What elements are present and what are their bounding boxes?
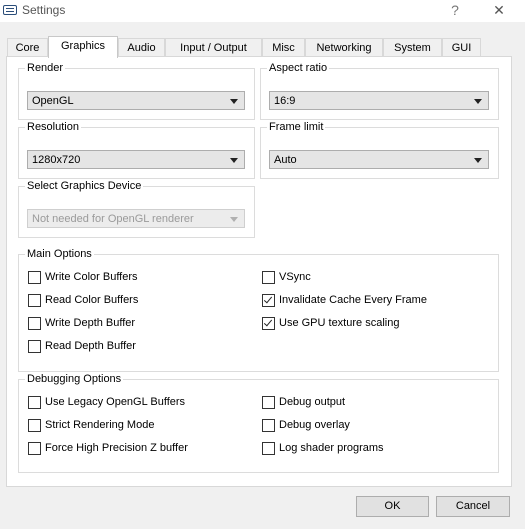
checkbox-label: Write Depth Buffer xyxy=(45,317,136,329)
checkbox-box xyxy=(28,396,41,409)
app-icon xyxy=(3,5,17,15)
tab-gui[interactable]: GUI xyxy=(442,38,481,57)
frame-limit-value: Auto xyxy=(274,154,297,166)
chevron-down-icon xyxy=(474,99,482,104)
graphics-panel: Render OpenGL Aspect ratio 16:9 Resoluti… xyxy=(6,56,512,487)
tab-misc[interactable]: Misc xyxy=(262,38,305,57)
graphics-device-select[interactable]: Not needed for OpenGL renderer xyxy=(27,209,245,228)
chevron-down-icon xyxy=(230,99,238,104)
graphics-device-group: Select Graphics Device Not needed for Op… xyxy=(18,180,255,238)
render-select[interactable]: OpenGL xyxy=(27,91,245,110)
render-value: OpenGL xyxy=(32,95,74,107)
window-title: Settings xyxy=(22,3,66,17)
debugging-options-group: Debugging Options Use Legacy OpenGL Buff… xyxy=(18,373,499,473)
frame-limit-group: Frame limit Auto xyxy=(260,121,499,179)
checkbox-box xyxy=(28,340,41,353)
main-options-group: Main Options Write Color Buffers Read Co… xyxy=(18,248,499,372)
tab-core[interactable]: Core xyxy=(7,38,48,57)
resolution-value: 1280x720 xyxy=(32,154,81,166)
resolution-group: Resolution 1280x720 xyxy=(18,121,255,179)
checkbox-label: Write Color Buffers xyxy=(45,271,138,283)
resolution-select[interactable]: 1280x720 xyxy=(27,150,245,169)
checkbox-box xyxy=(28,442,41,455)
tab-networking[interactable]: Networking xyxy=(305,38,383,57)
aspect-ratio-group-title: Aspect ratio xyxy=(267,62,330,74)
title-bar: Settings ? ✕ xyxy=(0,0,525,22)
tab-input-output[interactable]: Input / Output xyxy=(165,38,262,57)
frame-limit-group-title: Frame limit xyxy=(267,121,326,133)
frame-limit-select[interactable]: Auto xyxy=(269,150,489,169)
checkbox-label: VSync xyxy=(279,271,311,283)
aspect-ratio-value: 16:9 xyxy=(274,95,296,107)
checkbox-box xyxy=(28,294,41,307)
checkbox-box xyxy=(262,419,275,432)
chevron-down-icon xyxy=(230,158,238,163)
main-options-group-title: Main Options xyxy=(25,248,94,260)
checkbox-label: Strict Rendering Mode xyxy=(45,419,155,431)
checkbox-box xyxy=(262,294,275,307)
checkbox-box xyxy=(262,271,275,284)
checkbox-label: Read Color Buffers xyxy=(45,294,139,306)
checkbox-box xyxy=(28,419,41,432)
close-button[interactable]: ✕ xyxy=(484,0,514,22)
chevron-down-icon xyxy=(474,158,482,163)
ok-button[interactable]: OK xyxy=(356,496,429,517)
checkbox-box xyxy=(262,317,275,330)
resolution-group-title: Resolution xyxy=(25,121,81,133)
graphics-device-group-title: Select Graphics Device xyxy=(25,180,144,192)
checkbox-label: Debug overlay xyxy=(279,419,350,431)
aspect-ratio-select[interactable]: 16:9 xyxy=(269,91,489,110)
checkbox-label: Force High Precision Z buffer xyxy=(45,442,188,454)
checkbox-label: Invalidate Cache Every Frame xyxy=(279,294,427,306)
graphics-device-value: Not needed for OpenGL renderer xyxy=(32,213,194,225)
help-button[interactable]: ? xyxy=(440,0,470,22)
render-group-title: Render xyxy=(25,62,66,74)
debugging-options-group-title: Debugging Options xyxy=(25,373,124,385)
checkbox-label: Use Legacy OpenGL Buffers xyxy=(45,396,186,408)
tab-system[interactable]: System xyxy=(383,38,442,57)
tab-graphics[interactable]: Graphics xyxy=(48,36,118,58)
checkbox-box xyxy=(262,442,275,455)
checkbox-box xyxy=(28,317,41,330)
render-group: Render OpenGL xyxy=(18,62,255,120)
tab-bar: Core Graphics Audio Input / Output Misc … xyxy=(7,36,487,58)
checkbox-label: Use GPU texture scaling xyxy=(279,317,400,329)
tab-audio[interactable]: Audio xyxy=(118,38,165,57)
checkbox-box xyxy=(28,271,41,284)
checkbox-label: Read Depth Buffer xyxy=(45,340,136,352)
chevron-down-icon xyxy=(230,217,238,222)
checkbox-label: Log shader programs xyxy=(279,442,384,454)
aspect-ratio-group: Aspect ratio 16:9 xyxy=(260,62,499,120)
checkbox-box xyxy=(262,396,275,409)
checkbox-label: Debug output xyxy=(279,396,346,408)
cancel-button[interactable]: Cancel xyxy=(436,496,510,517)
